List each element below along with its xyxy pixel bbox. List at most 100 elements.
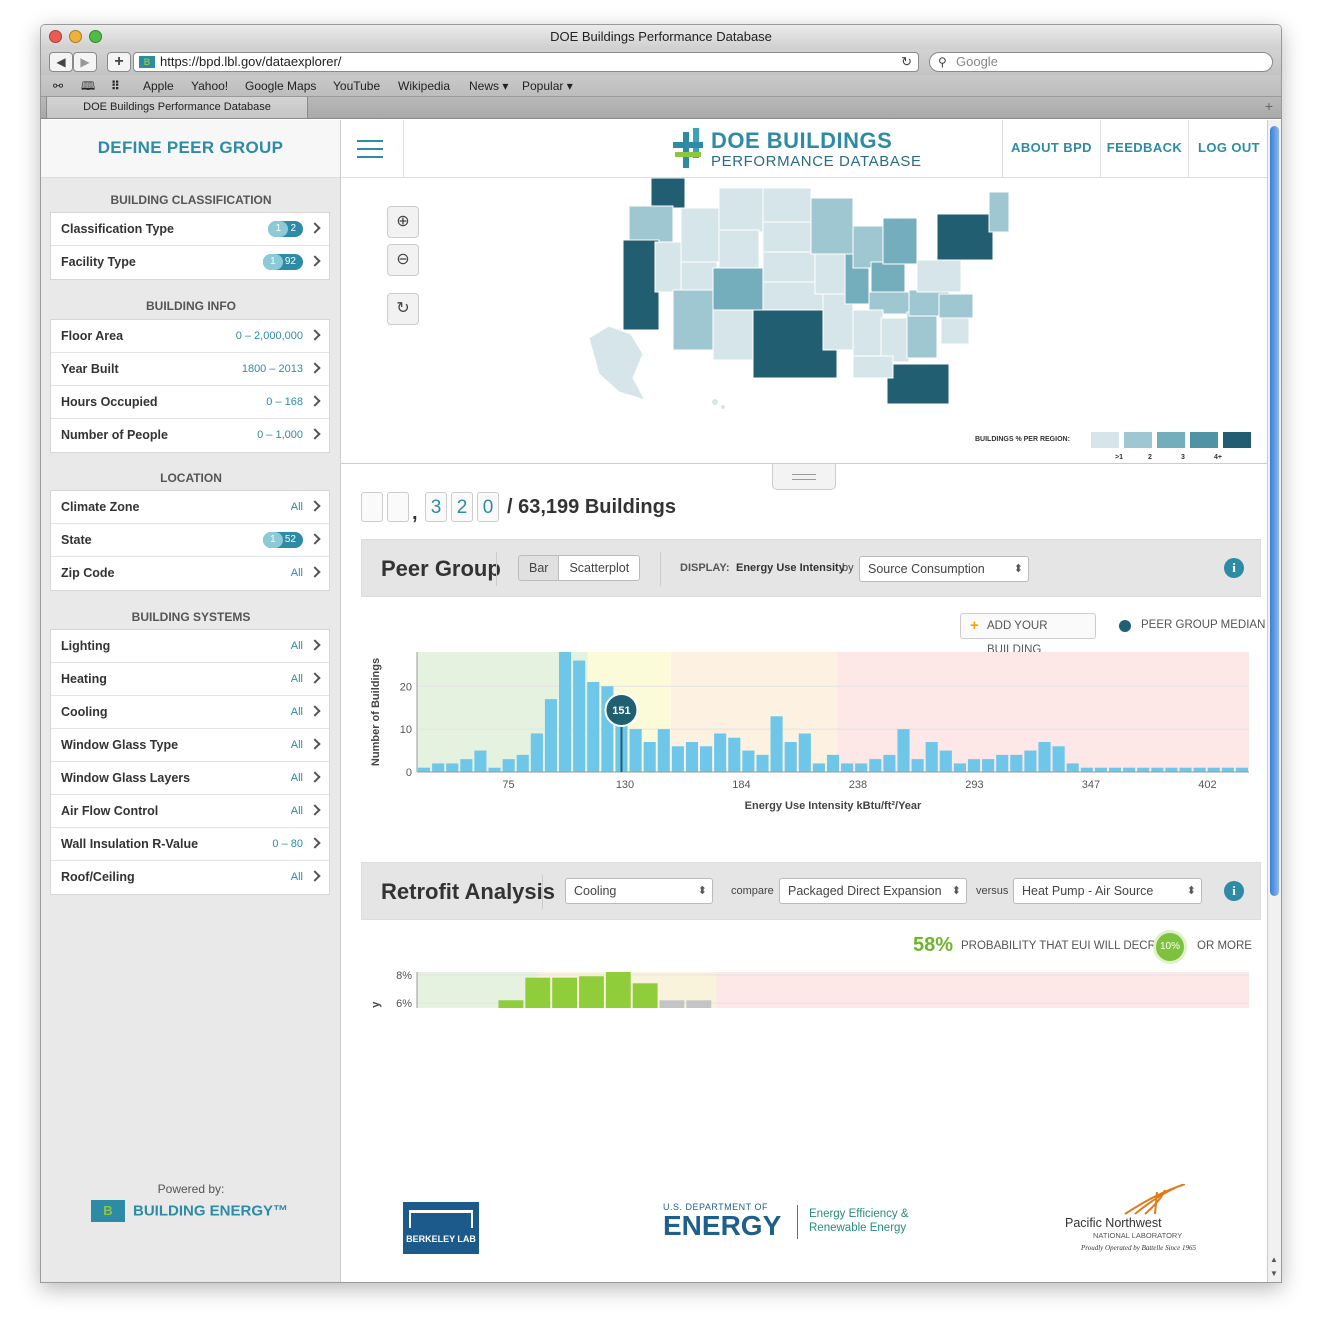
histogram-bar [911,759,924,772]
histogram-bar [1221,767,1234,772]
main-content: DOE BUILDINGS PERFORMANCE DATABASE ABOUT… [341,120,1267,1282]
filter-air-flow-control[interactable]: Air Flow Control All [51,795,329,828]
scroll-up-arrow-icon[interactable]: ▲ [1270,1255,1278,1264]
scatterplot-tab[interactable]: Scatterplot [559,556,640,580]
counter-digit: 0 [477,492,499,522]
count-badge: 1 92 [262,254,303,270]
filter-label: Number of People [61,428,168,442]
search-field[interactable]: ⚲ Google [929,52,1273,72]
forward-button[interactable]: ▶ [73,52,97,72]
filter-window-glass-layers[interactable]: Window Glass Layers All [51,762,329,795]
consumption-select[interactable]: Source Consumption [859,556,1029,582]
doe-bpd-logo[interactable]: DOE BUILDINGS PERFORMANCE DATABASE [671,126,931,174]
y-axis-label: Number of Buildings [370,658,382,766]
zoom-out-button[interactable]: ⊖ [387,244,419,276]
logo-line-2: PERFORMANCE DATABASE [711,153,922,170]
filter-number-of-people[interactable]: Number of People 0 – 1,000 [51,419,329,452]
histogram-bar [700,746,713,772]
reload-icon[interactable]: ↻ [901,53,912,71]
filter-zip-code[interactable]: Zip Code All [51,557,329,590]
peer-info-icon[interactable]: i [1224,558,1244,578]
histogram-bar [579,976,604,1008]
filter-floor-area[interactable]: Floor Area 0 – 2,000,000 [51,320,329,353]
filter-roof-ceiling[interactable]: Roof/Ceiling All [51,861,329,894]
histogram-bar [605,972,631,1008]
histogram-bar [798,733,811,772]
scroll-down-arrow-icon[interactable]: ▼ [1270,1269,1278,1278]
eere-line-1: Energy Efficiency & [809,1208,909,1220]
chevron-right-icon [309,837,321,849]
filter-cooling[interactable]: Cooling All [51,696,329,729]
about-bpd-link[interactable]: ABOUT BPD [1002,120,1100,178]
filter-label: Roof/Ceiling [61,870,135,884]
logo-line-1: DOE BUILDINGS [711,128,893,153]
bookmark-youtube[interactable]: YouTube [333,75,380,97]
histogram-bar [869,759,882,772]
filter-wall-insulation[interactable]: Wall Insulation R-Value 0 – 80 [51,828,329,861]
bookmark-apple[interactable]: Apple [143,75,174,97]
filter-hours-occupied[interactable]: Hours Occupied 0 – 168 [51,386,329,419]
page-scrollbar[interactable]: ▲ ▼ [1267,120,1281,1282]
zoom-in-button[interactable]: ⊕ [387,206,419,238]
filter-year-built[interactable]: Year Built 1800 – 2013 [51,353,329,386]
filter-classification-type[interactable]: Classification Type 1 2 [51,213,329,246]
filter-facility-type[interactable]: Facility Type 1 92 [51,246,329,279]
map-collapse-handle[interactable] [772,464,836,490]
state-region [906,311,938,359]
y-tick-label: 0 [406,767,412,779]
bookmark-wikipedia[interactable]: Wikipedia [398,75,450,97]
filter-window-glass-type[interactable]: Window Glass Type All [51,729,329,762]
filter-value: 0 – 168 [266,396,303,408]
search-icon: ⚲ [938,55,947,69]
doe-eere-logo[interactable]: U.S. DEPARTMENT OF ENERGY Energy Efficie… [663,1202,923,1250]
berkeley-lab-text: BERKELEY LAB [406,1234,476,1244]
state-region-hawaii [712,399,718,405]
histogram-bar [996,754,1009,772]
berkeley-lab-logo[interactable]: BERKELEY LAB [403,1202,479,1254]
scrollbar-thumb[interactable] [1270,126,1279,896]
address-bar[interactable]: B https://bpd.lbl.gov/dataexplorer/ ↻ [133,52,919,72]
browser-tab[interactable]: DOE Buildings Performance Database [46,97,308,119]
filter-climate-zone[interactable]: Climate Zone All [51,491,329,524]
badge-total: 92 [284,256,296,267]
close-window-icon[interactable] [49,30,62,43]
hamburger-menu-icon[interactable] [357,140,383,158]
bookmarks-book-icon[interactable]: 🕮 [81,75,95,97]
bookmark-yahoo[interactable]: Yahoo! [191,75,228,97]
section-title-location: LOCATION [160,471,222,485]
reading-list-icon[interactable]: ⚯ [53,75,63,97]
filter-value: All [290,706,303,718]
filter-value: All [290,640,303,652]
feedback-link[interactable]: FEEDBACK [1100,120,1188,178]
back-button[interactable]: ◀ [49,52,73,72]
filter-lighting[interactable]: Lighting All [51,630,329,663]
histogram-bar [1151,767,1164,772]
building-energy-logo[interactable]: B BUILDING ENERGY™ [91,1200,288,1222]
section-title-building-info: BUILDING INFO [146,299,236,313]
filter-label: Climate Zone [61,500,140,514]
filter-state[interactable]: State 1 52 [51,524,329,557]
classification-group: Classification Type 1 2 Facility Type 1 92 [50,212,330,280]
filter-heating[interactable]: Heating All [51,663,329,696]
new-tab-icon[interactable]: + [1265,98,1273,114]
bookmark-google-maps[interactable]: Google Maps [245,75,316,97]
filter-value: All [290,739,303,751]
top-sites-grid-icon[interactable]: ⠿ [111,75,120,97]
add-your-building-button[interactable]: + ADD YOUR BUILDING [960,613,1096,656]
histogram-bar [1123,767,1136,772]
minimize-window-icon[interactable] [69,30,82,43]
bookmark-popular[interactable]: Popular ▾ [522,75,573,97]
add-bookmark-button[interactable]: + [107,52,131,72]
histogram-bar [552,977,578,1008]
logout-link[interactable]: LOG OUT [1188,120,1269,178]
zoom-window-icon[interactable] [89,30,102,43]
pnnl-logo[interactable]: Pacific Northwest NATIONAL LABORATORY Pr… [1065,1182,1211,1258]
state-region [852,355,894,379]
legend-label: 2 [1148,454,1152,461]
reset-map-button[interactable]: ↻ [387,293,419,325]
bookmark-news[interactable]: News ▾ [469,75,508,97]
bar-tab[interactable]: Bar [519,556,560,580]
x-tick-label: 75 [502,779,514,791]
histogram-bar [826,754,840,772]
us-choropleth-map[interactable] [589,178,1009,418]
